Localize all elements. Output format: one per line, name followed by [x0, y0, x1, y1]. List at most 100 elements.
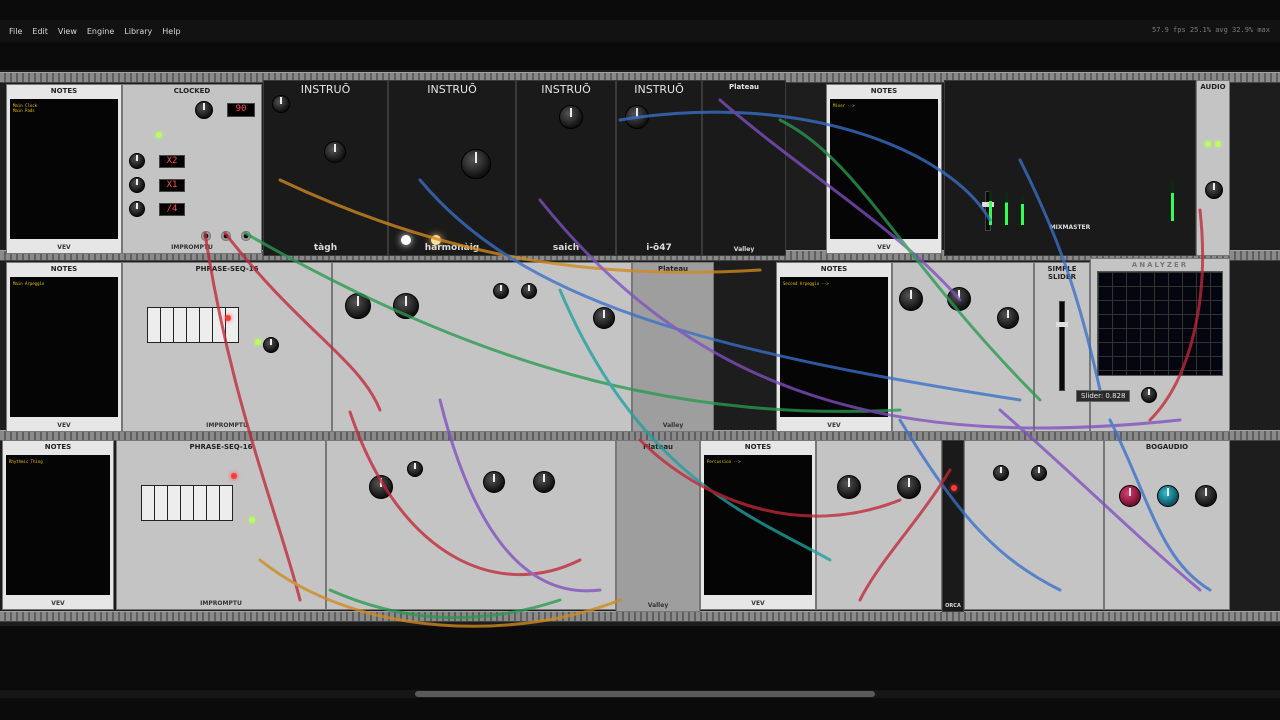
- knob[interactable]: [1031, 465, 1047, 481]
- macro-oscillator-module[interactable]: [892, 262, 1034, 432]
- master-meter: [1171, 181, 1174, 221]
- knob[interactable]: [1195, 485, 1217, 507]
- clock-output-jack[interactable]: [221, 231, 231, 241]
- notes-brand: VEV: [751, 600, 765, 607]
- knob[interactable]: [369, 475, 393, 499]
- notes-brand: VEV: [877, 244, 891, 251]
- knob[interactable]: [899, 287, 923, 311]
- analyzer-module[interactable]: ANALYZER: [1090, 258, 1230, 432]
- plateau-title: Plateau: [642, 443, 674, 451]
- phrase-seq-module[interactable]: PHRASE-SEQ-16 IMPROMPTU: [122, 262, 332, 432]
- horizontal-scrollbar[interactable]: [0, 690, 1280, 698]
- menu-engine[interactable]: Engine: [82, 27, 119, 36]
- knob[interactable]: [407, 461, 423, 477]
- ratio-knob[interactable]: [129, 177, 145, 193]
- slider[interactable]: [1056, 301, 1068, 391]
- percussion-module[interactable]: [964, 440, 1104, 610]
- notes-title: NOTES: [820, 265, 848, 273]
- plateau-reverb-module[interactable]: Plateau Valley: [616, 440, 700, 612]
- knob[interactable]: [837, 475, 861, 499]
- bpm-display: 90: [227, 103, 255, 117]
- instruo-tagh-module[interactable]: INSTRUŌ tàgh: [263, 80, 388, 256]
- notes-title: NOTES: [870, 87, 898, 95]
- instruo-logo: INSTRUŌ: [634, 83, 684, 96]
- knob[interactable]: [993, 465, 1009, 481]
- notes-screen[interactable]: Rhythmic Thing: [6, 455, 110, 595]
- keyboard[interactable]: [147, 307, 239, 343]
- clock-output-jack[interactable]: [241, 231, 251, 241]
- clocked-module[interactable]: CLOCKED 90 X2 X1 /4 IMPROMPTU: [122, 84, 262, 254]
- bpm-knob[interactable]: [195, 101, 213, 119]
- bogaudio-title: BOGAUDIO: [1145, 443, 1189, 451]
- notes-module[interactable]: NOTES Mixer --> VEV: [826, 84, 942, 254]
- knob[interactable]: [461, 149, 491, 179]
- simple-slider-module[interactable]: SIMPLE SLIDER: [1034, 262, 1090, 432]
- instruo-io47-module[interactable]: INSTRUŌ i-ō47: [616, 80, 702, 256]
- notes-screen[interactable]: Main Arpeggio: [10, 277, 118, 417]
- phrase-seq-module[interactable]: PHRASE-SEQ-16 IMPROMPTU: [116, 440, 326, 610]
- knob[interactable]: [272, 95, 290, 113]
- ratio-display: X1: [159, 179, 185, 192]
- plateau-reverb-module[interactable]: Plateau Valley: [702, 80, 786, 256]
- range-knob[interactable]: [1141, 387, 1157, 403]
- knob[interactable]: [483, 471, 505, 493]
- ratio-display: X2: [159, 155, 185, 168]
- knob[interactable]: [263, 337, 279, 353]
- menu-help[interactable]: Help: [157, 27, 185, 36]
- knob[interactable]: [1119, 485, 1141, 507]
- keyboard[interactable]: [141, 485, 233, 521]
- step-led: [225, 315, 231, 321]
- notes-screen[interactable]: Second Arpeggio -->: [780, 277, 888, 417]
- knob[interactable]: [493, 283, 509, 299]
- notes-screen[interactable]: Mixer -->: [830, 99, 938, 239]
- knob[interactable]: [593, 307, 615, 329]
- ratio-knob[interactable]: [129, 201, 145, 217]
- menu-library[interactable]: Library: [119, 27, 157, 36]
- scroll-thumb[interactable]: [415, 691, 875, 697]
- ratio-knob[interactable]: [129, 153, 145, 169]
- knob[interactable]: [393, 293, 419, 319]
- notes-text: Main Arpeggio: [13, 281, 45, 286]
- knob[interactable]: [345, 293, 371, 319]
- knob[interactable]: [521, 283, 537, 299]
- knob[interactable]: [947, 287, 971, 311]
- knob[interactable]: [559, 105, 583, 129]
- knob[interactable]: [324, 141, 346, 163]
- menu-view[interactable]: View: [53, 27, 82, 36]
- plateau-reverb-module[interactable]: Plateau Valley: [632, 262, 714, 432]
- audio-module[interactable]: AUDIO: [1196, 80, 1230, 256]
- macro-oscillator-module[interactable]: [332, 262, 632, 432]
- phrase-seq-brand: IMPROMPTU: [206, 422, 248, 429]
- notes-module[interactable]: NOTES Second Arpeggio --> VEV: [776, 262, 892, 432]
- notes-screen[interactable]: Main Clock Main Pads: [10, 99, 118, 239]
- notes-screen[interactable]: Percussion -->: [704, 455, 812, 595]
- instruo-logo: INSTRUŌ: [300, 83, 351, 96]
- knob[interactable]: [625, 105, 649, 129]
- knob[interactable]: [1157, 485, 1179, 507]
- clock-output-jack[interactable]: [201, 231, 211, 241]
- plateau-title: Plateau: [657, 265, 689, 273]
- clocked-title: CLOCKED: [173, 87, 211, 95]
- nano-module[interactable]: ORCA: [942, 440, 964, 612]
- random-sampler-module[interactable]: [326, 440, 616, 610]
- knob[interactable]: [897, 475, 921, 499]
- run-led: [156, 132, 162, 138]
- plateau-brand: Valley: [733, 246, 755, 253]
- notes-module[interactable]: NOTES Rhythmic Thing VEV: [2, 440, 114, 610]
- notes-module[interactable]: NOTES Percussion --> VEV: [700, 440, 816, 610]
- bogaudio-module[interactable]: BOGAUDIO: [1104, 440, 1230, 610]
- menu-edit[interactable]: Edit: [27, 27, 53, 36]
- notes-title: NOTES: [50, 87, 78, 95]
- knob[interactable]: [997, 307, 1019, 329]
- notes-module[interactable]: NOTES Main Arpeggio VEV: [6, 262, 122, 432]
- mixmaster-module[interactable]: MIXMASTER: [944, 80, 1196, 256]
- menubar: File Edit View Engine Library Help: [0, 20, 1280, 42]
- knob[interactable]: [533, 471, 555, 493]
- instruo-harmonaig-module[interactable]: INSTRUŌ harmonàig: [388, 80, 516, 256]
- random-sampler-module[interactable]: [816, 440, 942, 610]
- notes-module[interactable]: NOTES Main Clock Main Pads VEV: [6, 84, 122, 254]
- level-knob[interactable]: [1205, 181, 1223, 199]
- instruo-saich-module[interactable]: INSTRUŌ saich: [516, 80, 616, 256]
- menu-file[interactable]: File: [4, 27, 27, 36]
- level-meter: [989, 191, 992, 225]
